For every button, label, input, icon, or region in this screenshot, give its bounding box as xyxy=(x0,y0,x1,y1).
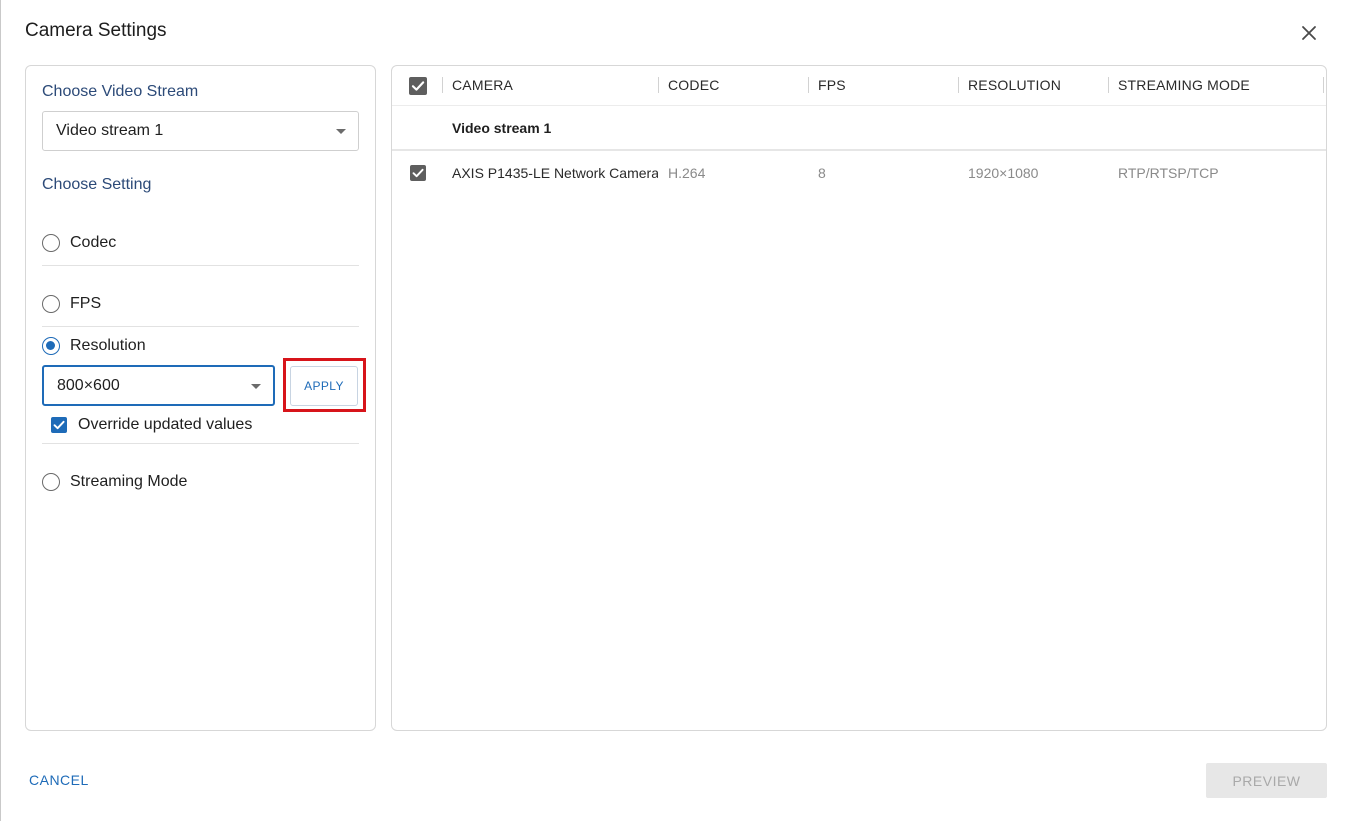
radio-label-fps: FPS xyxy=(70,295,102,312)
column-separator xyxy=(1108,77,1109,93)
divider xyxy=(42,265,359,266)
radio-button[interactable] xyxy=(42,473,60,491)
column-header-resolution[interactable]: RESOLUTION xyxy=(968,77,1061,93)
column-separator xyxy=(808,77,809,93)
override-checkbox[interactable] xyxy=(51,417,67,433)
cell-fps: 8 xyxy=(818,165,826,181)
chevron-down-icon xyxy=(251,383,261,389)
column-separator xyxy=(658,77,659,93)
column-header-streaming-mode[interactable]: STREAMING MODE xyxy=(1118,77,1250,93)
close-icon[interactable] xyxy=(1297,21,1321,45)
row-checkbox[interactable] xyxy=(410,165,426,181)
select-all-checkbox[interactable] xyxy=(409,77,427,95)
table-row[interactable]: AXIS P1435-LE Network Camera H.264 8 192… xyxy=(392,153,1326,193)
radio-button-selected[interactable] xyxy=(42,337,60,355)
column-separator xyxy=(958,77,959,93)
dialog-title: Camera Settings xyxy=(25,20,167,41)
cancel-button[interactable]: CANCEL xyxy=(29,772,89,788)
cell-streaming-mode: RTP/RTSP/TCP xyxy=(1118,165,1219,181)
camera-table: CAMERA CODEC FPS RESOLUTION STREAMING MO… xyxy=(391,65,1327,731)
camera-settings-dialog: Camera Settings Choose Video Stream Vide… xyxy=(0,0,1349,821)
video-stream-select[interactable]: Video stream 1 xyxy=(42,111,359,151)
column-header-camera[interactable]: CAMERA xyxy=(452,77,513,93)
cell-resolution: 1920×1080 xyxy=(968,165,1039,181)
column-separator xyxy=(1323,77,1324,93)
radio-codec[interactable]: Codec xyxy=(42,223,359,263)
radio-button[interactable] xyxy=(42,234,60,252)
table-header: CAMERA CODEC FPS RESOLUTION STREAMING MO… xyxy=(392,66,1326,106)
video-stream-value: Video stream 1 xyxy=(56,122,164,139)
resolution-select[interactable]: 800×600 xyxy=(42,365,275,406)
cell-camera: AXIS P1435-LE Network Camera xyxy=(452,165,658,181)
column-header-codec[interactable]: CODEC xyxy=(668,77,720,93)
radio-fps[interactable]: FPS xyxy=(42,284,359,324)
radio-streaming-mode[interactable]: Streaming Mode xyxy=(42,462,359,502)
column-header-fps[interactable]: FPS xyxy=(818,77,846,93)
radio-label-resolution: Resolution xyxy=(70,337,146,354)
chevron-down-icon xyxy=(336,129,346,134)
resolution-value: 800×600 xyxy=(57,376,120,394)
choose-setting-label: Choose Setting xyxy=(42,176,152,193)
settings-panel: Choose Video Stream Video stream 1 Choos… xyxy=(25,65,376,731)
choose-video-stream-label: Choose Video Stream xyxy=(42,83,199,100)
radio-button[interactable] xyxy=(42,295,60,313)
column-separator xyxy=(442,77,443,93)
group-label: Video stream 1 xyxy=(452,120,552,136)
override-label: Override updated values xyxy=(78,416,253,433)
cell-codec: H.264 xyxy=(668,165,706,181)
divider xyxy=(42,443,359,444)
group-row: Video stream 1 xyxy=(392,106,1326,151)
apply-button[interactable]: APPLY xyxy=(290,366,358,406)
preview-button[interactable]: PREVIEW xyxy=(1206,763,1327,798)
radio-label-codec: Codec xyxy=(70,234,117,251)
radio-label-streaming-mode: Streaming Mode xyxy=(70,473,188,490)
